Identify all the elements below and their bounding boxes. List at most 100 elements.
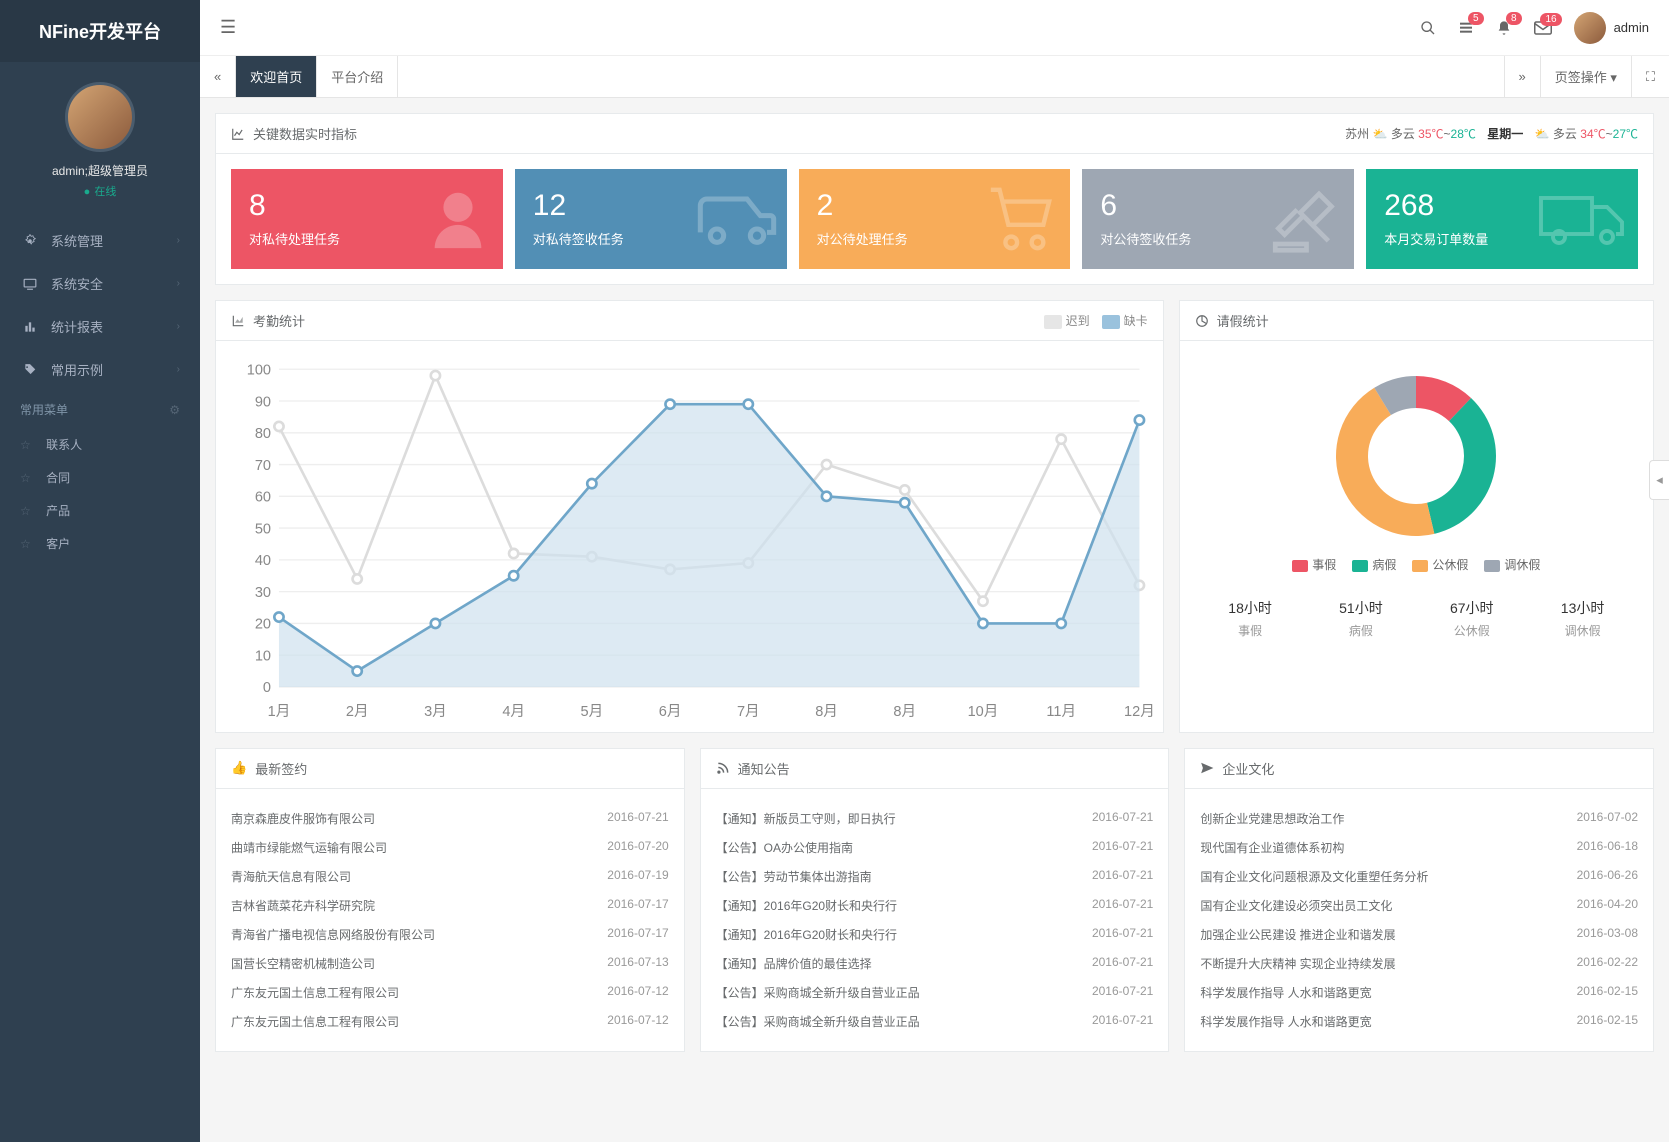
list-item-title: 现代国有企业道德体系初构 [1200,839,1344,856]
area-chart-icon [231,314,245,328]
list-item[interactable]: 国有企业文化问题根源及文化重塑任务分析 2016-06-26 [1200,862,1638,891]
svg-text:7月: 7月 [737,704,760,720]
stat-card-4[interactable]: 268 本月交易订单数量 [1366,169,1638,269]
signed-panel: 👍 最新签约 南京森鹿皮件服饰有限公司 2016-07-21 曲靖市绿能燃气运输… [215,748,685,1052]
svg-text:4月: 4月 [502,704,525,720]
list-item-title: 【公告】采购商城全新升级自营业正品 [716,984,920,1001]
svg-text:2月: 2月 [346,704,369,720]
fav-section: 常用菜单 ⚙ [0,391,200,428]
nav-label-1: 系统安全 [51,274,103,293]
list-item-date: 2016-07-21 [1092,868,1153,885]
stat-card-2[interactable]: 2 对公待处理任务 [799,169,1071,269]
donut-legend-3: 调休假 [1484,556,1540,573]
fav-label-3: 客户 [46,537,70,551]
list-item-title: 不断提升大庆精神 实现企业持续发展 [1200,955,1395,972]
menu-toggle-icon[interactable]: ☰ [220,17,236,38]
stat-card-3[interactable]: 6 对公待签收任务 [1082,169,1354,269]
list-item[interactable]: 【通知】新版员工守则，即日执行 2016-07-21 [716,804,1154,833]
tab-next[interactable]: » [1504,56,1540,97]
list-item-date: 2016-07-21 [1092,926,1153,943]
nav-item-3[interactable]: 常用示例 › [0,348,200,391]
tab-ops[interactable]: 页签操作 ▾ [1540,56,1631,97]
chevron-right-icon: › [177,321,180,332]
culture-panel: 企业文化 创新企业党建思想政治工作 2016-07-02 现代国有企业道德体系初… [1184,748,1654,1052]
bell-icon[interactable]: 8 [1496,20,1512,36]
list-item[interactable]: 科学发展作指导 人水和谐路更宽 2016-02-15 [1200,978,1638,1007]
list-item[interactable]: 科学发展作指导 人水和谐路更宽 2016-02-15 [1200,1007,1638,1036]
list-item[interactable]: 加强企业公民建设 推进企业和谐发展 2016-03-08 [1200,920,1638,949]
user-name: admin [1614,20,1649,35]
search-icon[interactable] [1420,20,1436,36]
list-item[interactable]: 吉林省蔬菜花卉科学研究院 2016-07-17 [231,891,669,920]
avatar[interactable] [65,82,135,152]
list-item-title: 国营长空精密机械制造公司 [231,955,375,972]
list-item[interactable]: 【通知】2016年G20财长和央行行 2016-07-21 [716,920,1154,949]
badge-tasks: 5 [1468,12,1484,25]
stat-icon-0 [423,184,493,254]
fav-label-0: 联系人 [46,438,82,452]
weather-day: 星期一 [1487,127,1523,141]
list-item[interactable]: 青海省广播电视信息网络股份有限公司 2016-07-17 [231,920,669,949]
signed-title: 最新签约 [255,759,307,778]
list-item-date: 2016-07-21 [1092,810,1153,827]
weather-cond2: 多云 [1553,127,1577,141]
fav-item-2[interactable]: ☆ 产品 [0,494,200,527]
nav-item-1[interactable]: 系统安全 › [0,262,200,305]
mail-icon[interactable]: 16 [1534,21,1552,35]
chevron-right-icon: › [177,364,180,375]
list-item[interactable]: 【通知】品牌价值的最佳选择 2016-07-21 [716,949,1154,978]
list-item-title: 科学发展作指导 人水和谐路更宽 [1200,1013,1371,1030]
list-item-date: 2016-07-21 [1092,897,1153,914]
tasks-icon[interactable]: 5 [1458,20,1474,36]
fav-item-3[interactable]: ☆ 客户 [0,527,200,560]
list-item[interactable]: 【公告】OA办公使用指南 2016-07-21 [716,833,1154,862]
donut-legend-2: 公休假 [1412,556,1468,573]
gear-icon[interactable]: ⚙ [169,403,180,417]
kpi-panel: 关键数据实时指标 苏州 ⛅ 多云 35℃~28℃ 星期一 ⛅ 多云 34℃~27… [215,113,1654,285]
list-item[interactable]: 广东友元国土信息工程有限公司 2016-07-12 [231,1007,669,1036]
list-item[interactable]: 【公告】采购商城全新升级自营业正品 2016-07-21 [716,1007,1154,1036]
list-item-date: 2016-02-15 [1577,984,1638,1001]
list-item[interactable]: 南京森鹿皮件服饰有限公司 2016-07-21 [231,804,669,833]
rss-icon [716,761,730,775]
list-item[interactable]: 【公告】劳动节集体出游指南 2016-07-21 [716,862,1154,891]
list-item[interactable]: 国有企业文化建设必须突出员工文化 2016-04-20 [1200,891,1638,920]
side-handle[interactable]: ◂ [1649,460,1669,500]
nav-item-2[interactable]: 统计报表 › [0,305,200,348]
stat-card-1[interactable]: 12 对私待签收任务 [515,169,787,269]
chart-line-icon [231,127,245,141]
list-item-title: 广东友元国土信息工程有限公司 [231,984,399,1001]
tab-intro[interactable]: 平台介绍 [317,56,398,97]
stat-card-0[interactable]: 8 对私待处理任务 [231,169,503,269]
list-item[interactable]: 青海航天信息有限公司 2016-07-19 [231,862,669,891]
attendance-title: 考勤统计 [253,311,305,330]
user-menu[interactable]: admin [1574,12,1649,44]
tab-home[interactable]: 欢迎首页 [236,56,317,97]
list-item[interactable]: 【通知】2016年G20财长和央行行 2016-07-21 [716,891,1154,920]
list-item[interactable]: 现代国有企业道德体系初构 2016-06-18 [1200,833,1638,862]
list-item[interactable]: 创新企业党建思想政治工作 2016-07-02 [1200,804,1638,833]
list-item[interactable]: 不断提升大庆精神 实现企业持续发展 2016-02-22 [1200,949,1638,978]
list-item-title: 曲靖市绿能燃气运输有限公司 [231,839,387,856]
tab-prev[interactable]: « [200,56,236,97]
fav-item-0[interactable]: ☆ 联系人 [0,428,200,461]
list-item[interactable]: 【公告】采购商城全新升级自营业正品 2016-07-21 [716,978,1154,1007]
svg-text:80: 80 [255,426,271,442]
list-item[interactable]: 国营长空精密机械制造公司 2016-07-13 [231,949,669,978]
list-item[interactable]: 曲靖市绿能燃气运输有限公司 2016-07-20 [231,833,669,862]
svg-text:11月: 11月 [1046,704,1076,720]
leave-title: 请假统计 [1217,311,1269,330]
notice-title: 通知公告 [738,759,790,778]
list-item[interactable]: 广东友元国土信息工程有限公司 2016-07-12 [231,978,669,1007]
nav-item-0[interactable]: 系统管理 › [0,219,200,262]
donut-stat-3: 13小时调休假 [1561,598,1605,639]
list-item-date: 2016-07-21 [1092,839,1153,856]
svg-text:8月: 8月 [815,704,838,720]
svg-text:10月: 10月 [968,704,999,720]
fav-item-1[interactable]: ☆ 合同 [0,461,200,494]
list-item-date: 2016-04-20 [1577,897,1638,914]
leave-panel: 请假统计 事假病假公休假调休假 18小时事假51小时病假67小时公休假13小时调… [1179,300,1654,733]
weather-t1l: 28℃ [1451,127,1476,141]
list-item-date: 2016-07-21 [607,810,668,827]
fullscreen-icon[interactable]: ⛶ [1631,56,1669,97]
